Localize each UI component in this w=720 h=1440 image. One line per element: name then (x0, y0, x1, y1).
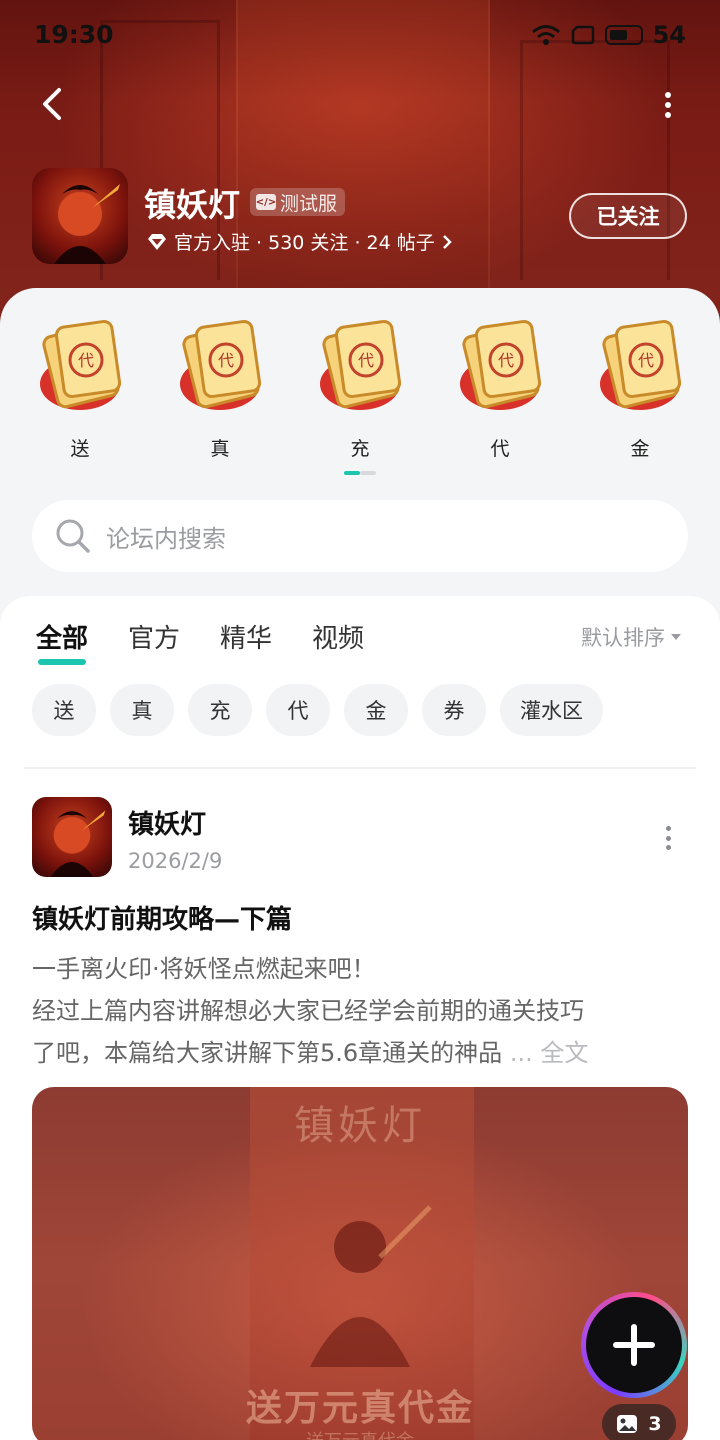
tag-chip[interactable]: 真 (110, 684, 174, 736)
tag-chips: 送 真 充 代 金 券 灌水区 (32, 684, 603, 736)
svg-text:代: 代 (498, 351, 514, 370)
plus-icon (613, 1324, 655, 1366)
tab-label: 全部 (36, 624, 89, 654)
chevron-right-icon (442, 234, 452, 249)
post-author[interactable]: 镇妖灯 (128, 804, 206, 841)
sort-label: 默认排序 (581, 626, 665, 650)
voucher-icon: 代 (450, 318, 550, 418)
tag-chip[interactable]: 金 (344, 684, 408, 736)
svg-text:代: 代 (638, 351, 654, 370)
post-body-line: 了吧，本篇给大家讲解下第5.6章通关的神品 ... 全文 (32, 1032, 692, 1074)
feature-card[interactable]: 代 送 (30, 318, 130, 461)
image-count: 3 (648, 1413, 662, 1435)
search-icon (56, 519, 90, 553)
post-date: 2026/2/9 (128, 849, 223, 873)
diamond-icon (148, 233, 166, 250)
back-arrow-icon[interactable] (34, 84, 74, 124)
beta-label: 测试服 (280, 192, 338, 215)
follow-button[interactable]: 已关注 (569, 193, 687, 239)
card-label: 金 (630, 438, 650, 460)
image-icon (617, 1415, 638, 1433)
game-icon[interactable] (32, 168, 128, 264)
feature-card[interactable]: 代 真 (170, 318, 270, 461)
card-label: 真 (210, 438, 230, 460)
page-dot-active (344, 471, 360, 475)
status-time: 19:30 (34, 20, 114, 49)
post-body-line: 经过上篇内容讲解想必大家已经学会前期的通关技巧 (32, 997, 584, 1025)
divider (24, 767, 696, 769)
tag-chip[interactable]: 券 (422, 684, 486, 736)
voucher-icon: 代 (310, 318, 410, 418)
create-post-button[interactable] (581, 1292, 687, 1398)
card-label: 充 (350, 438, 370, 460)
avatar-art (50, 810, 106, 877)
beta-badge: </> 测试服 (250, 188, 346, 216)
svg-text:代: 代 (358, 351, 374, 370)
game-meta[interactable]: 官方入驻 · 530 关注 · 24 帖子 (146, 228, 453, 255)
feature-card[interactable]: 代 金 (590, 318, 690, 461)
image-figure (310, 1205, 432, 1367)
tab-video[interactable]: 视频 (312, 618, 364, 655)
post-title[interactable]: 镇妖灯前期攻略—下篇 (32, 899, 292, 936)
card-label: 送 (70, 438, 90, 460)
voucher-icon: 代 (170, 318, 270, 418)
tag-chip[interactable]: 代 (266, 684, 330, 736)
post-body[interactable]: 一手离火印·将妖怪点燃起来吧！ 经过上篇内容讲解想必大家已经学会前期的通关技巧 … (32, 948, 692, 1074)
search-input[interactable]: 论坛内搜索 (32, 500, 688, 572)
caret-down-icon (671, 634, 681, 640)
tag-chip[interactable]: 灌水区 (500, 684, 603, 736)
tab-indicator (38, 659, 86, 665)
image-count-badge: 3 (602, 1404, 676, 1440)
code-icon: </> (256, 194, 276, 210)
image-logo-text: 镇妖灯 (294, 1103, 426, 1149)
svg-text:代: 代 (78, 351, 94, 370)
sim-icon (571, 25, 594, 45)
voucher-icon: 代 (30, 318, 130, 418)
wifi-icon (531, 25, 560, 45)
voucher-icon: 代 (590, 318, 690, 418)
image-slogan: 送万元真代金 (245, 1387, 474, 1429)
page-indicator (344, 471, 376, 475)
game-icon-art (54, 184, 120, 264)
feature-card[interactable]: 代 充 (310, 318, 410, 461)
svg-text:代: 代 (218, 351, 234, 370)
tab-official[interactable]: 官方 (128, 618, 180, 655)
ellipsis: ... (509, 1039, 533, 1067)
post-body-text: 了吧，本篇给大家讲解下第5.6章通关的神品 (32, 1039, 503, 1067)
tag-chip[interactable]: 送 (32, 684, 96, 736)
tag-chip[interactable]: 充 (188, 684, 252, 736)
status-right: 54 (531, 21, 686, 49)
tab-all[interactable]: 全部 (36, 618, 89, 665)
battery-level: 54 (652, 21, 686, 49)
post-body-line: 一手离火印·将妖怪点燃起来吧！ (32, 955, 376, 983)
game-title: 镇妖灯 (144, 186, 241, 224)
card-label: 代 (490, 438, 510, 460)
sort-dropdown[interactable]: 默认排序 (581, 622, 681, 652)
feed-tabs: 全部 官方 精华 视频 (36, 618, 364, 665)
full-text-link[interactable]: 全文 (540, 1039, 588, 1067)
page-dot (360, 471, 376, 475)
fab-inner (586, 1297, 682, 1393)
feature-card[interactable]: 代 代 (450, 318, 550, 461)
post-image[interactable]: 镇妖灯 送万元真代金 送万元真代金 (32, 1087, 688, 1440)
meta-text: 官方入驻 · 530 关注 · 24 帖子 (174, 232, 435, 254)
more-icon[interactable] (656, 88, 680, 122)
search-placeholder: 论坛内搜索 (106, 524, 226, 553)
post-more-icon[interactable] (660, 826, 676, 850)
status-bar: 19:30 54 (0, 0, 720, 72)
tab-featured[interactable]: 精华 (220, 618, 272, 655)
battery-icon (604, 25, 643, 45)
feature-cards: 代 送 代 真 代 充 代 代 代 金 (0, 318, 720, 468)
image-subtext: 送万元真代金 (32, 1427, 688, 1440)
avatar[interactable] (32, 797, 112, 877)
